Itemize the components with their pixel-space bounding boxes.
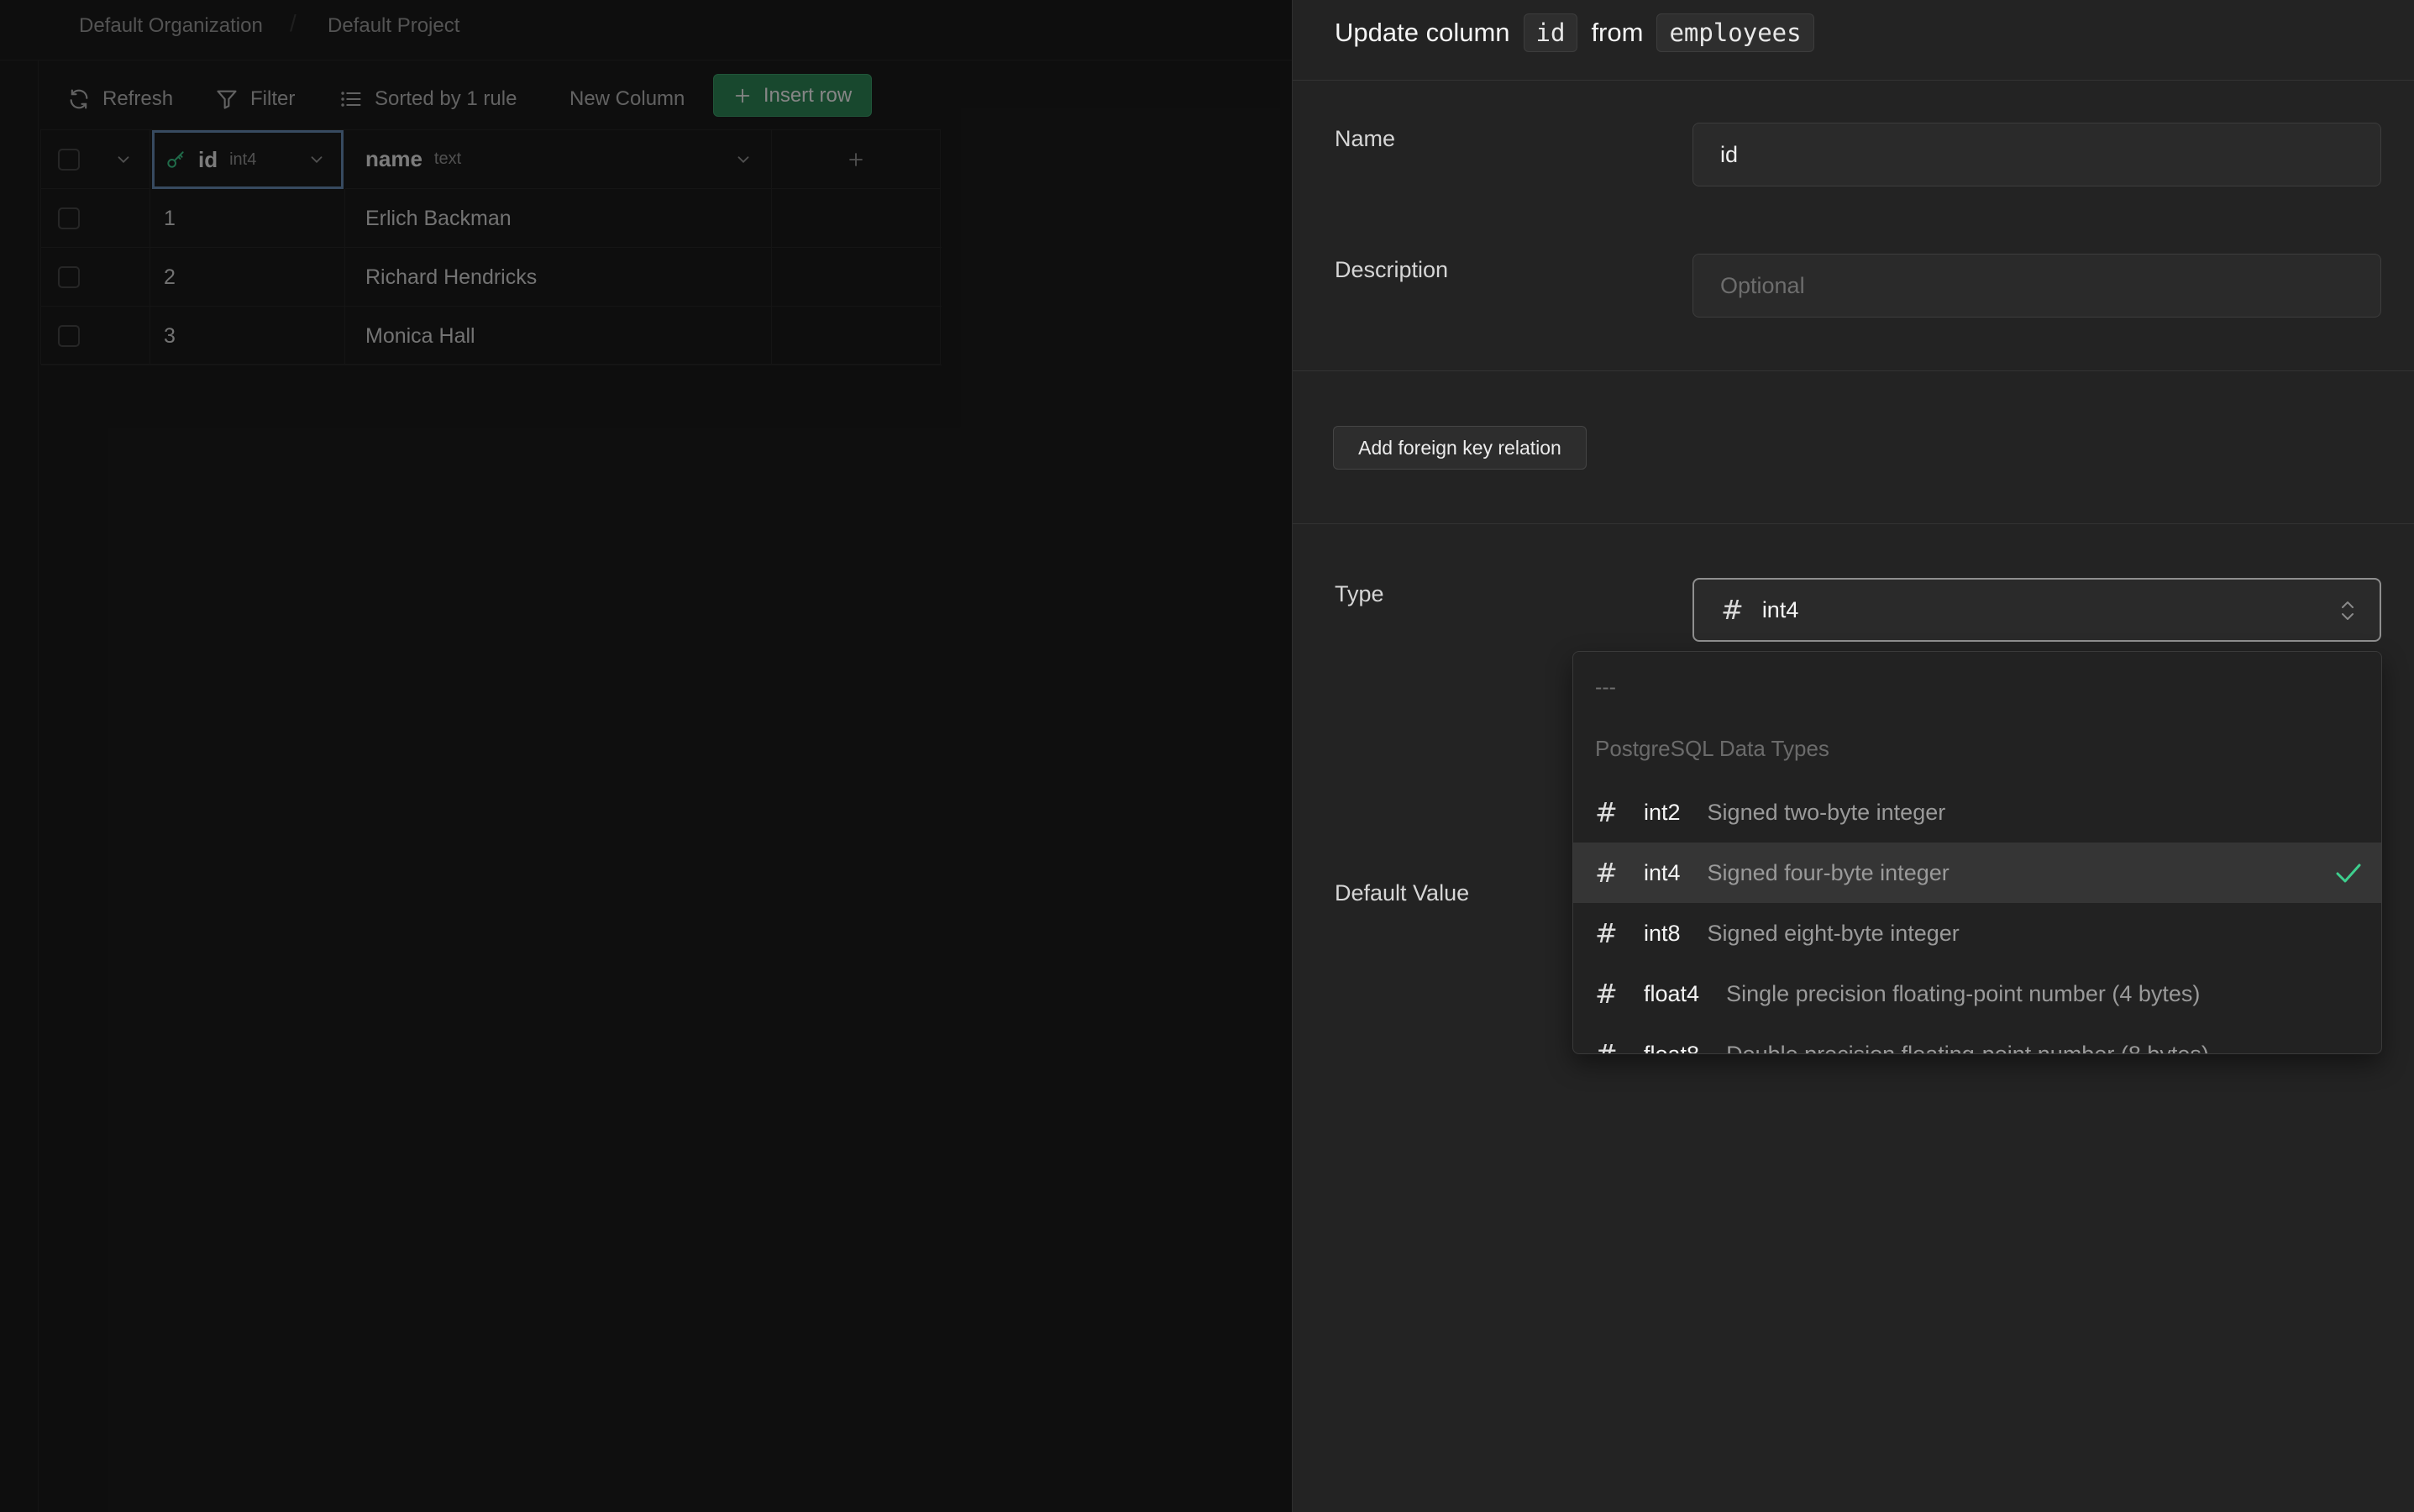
name-label: Name — [1335, 126, 1396, 151]
title-middle: from — [1591, 18, 1644, 47]
type-label: Type — [1335, 581, 1384, 606]
name-input[interactable]: id — [1692, 123, 2381, 186]
add-foreign-key-button[interactable]: Add foreign key relation — [1333, 426, 1587, 470]
hash-icon: # — [1595, 917, 1618, 949]
type-option-desc: Signed eight-byte integer — [1707, 920, 1960, 946]
check-icon — [2336, 864, 2361, 883]
type-option-name: float4 — [1644, 980, 1700, 1006]
hash-icon: # — [1595, 796, 1618, 828]
update-column-panel: Update column id from employees Name id … — [1292, 0, 2414, 1512]
type-option-name: int2 — [1644, 799, 1681, 825]
divider — [1293, 80, 2414, 81]
dropdown-separator: --- — [1595, 675, 1616, 699]
description-label: Description — [1335, 257, 1449, 282]
type-option-name: int8 — [1644, 920, 1681, 946]
type-option-name: int4 — [1644, 859, 1681, 885]
type-option-desc: Double precision floating-point number (… — [1726, 1041, 2209, 1054]
title-prefix: Update column — [1335, 18, 1510, 47]
type-option-int2[interactable]: # int2 Signed two-byte integer — [1573, 782, 2381, 843]
hash-icon: # — [1721, 594, 1744, 626]
hash-icon: # — [1595, 1038, 1618, 1054]
type-option-name: float8 — [1644, 1041, 1700, 1054]
divider — [1293, 523, 2414, 524]
panel-title: Update column id from employees — [1335, 10, 1814, 55]
type-option-float4[interactable]: # float4 Single precision floating-point… — [1573, 963, 2381, 1024]
modal-overlay[interactable] — [0, 0, 1292, 1512]
hash-icon: # — [1595, 978, 1618, 1010]
column-name-code: id — [1523, 13, 1578, 52]
type-option-desc: Single precision floating-point number (… — [1726, 980, 2201, 1006]
hash-icon: # — [1595, 857, 1618, 889]
type-option-int8[interactable]: # int8 Signed eight-byte integer — [1573, 903, 2381, 963]
description-input[interactable]: Optional — [1692, 254, 2381, 318]
table-name-code: employees — [1656, 13, 1814, 52]
type-option-int4[interactable]: # int4 Signed four-byte integer — [1573, 843, 2381, 903]
type-dropdown-menu: --- PostgreSQL Data Types # int2 Signed … — [1572, 651, 2382, 1054]
chevron-up-down-icon — [2342, 601, 2354, 620]
dropdown-group-label: PostgreSQL Data Types — [1595, 736, 1829, 761]
type-option-float8[interactable]: # float8 Double precision floating-point… — [1573, 1024, 2381, 1054]
type-select-value: int4 — [1761, 596, 1799, 622]
type-option-desc: Signed four-byte integer — [1707, 859, 1950, 885]
type-option-desc: Signed two-byte integer — [1707, 799, 1946, 825]
divider — [1293, 370, 2414, 371]
default-value-label: Default Value — [1335, 880, 1470, 906]
type-select[interactable]: # int4 — [1692, 578, 2381, 642]
